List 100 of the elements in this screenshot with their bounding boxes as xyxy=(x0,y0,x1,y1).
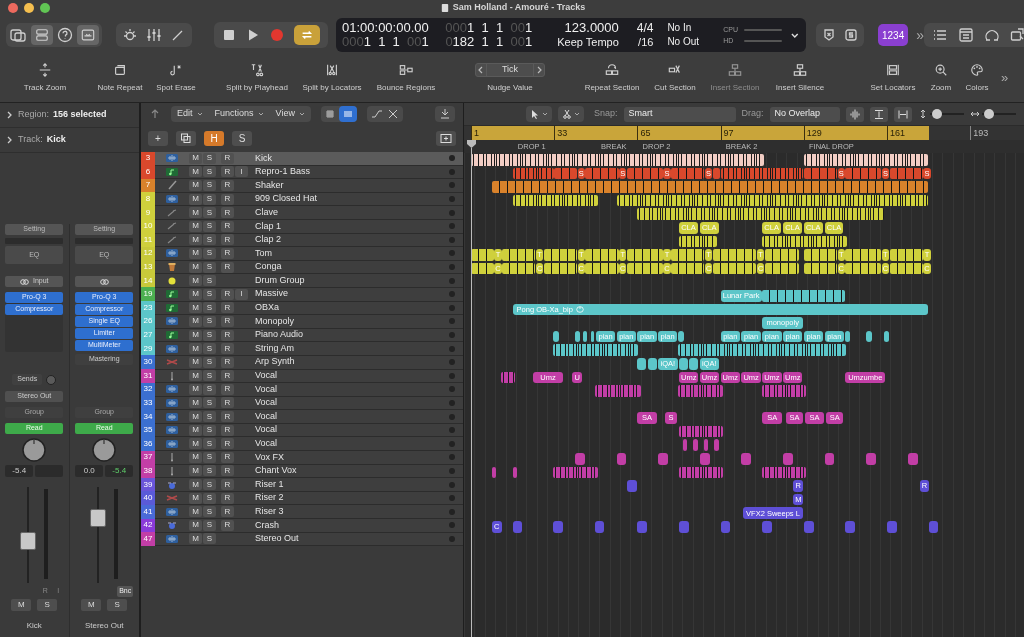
track-toggle-button[interactable]: M xyxy=(189,438,202,450)
region-strip[interactable] xyxy=(502,249,536,261)
region-strip[interactable] xyxy=(491,181,928,193)
toolbar-button[interactable]: Insert Silence xyxy=(775,62,825,94)
track-toggle-button[interactable]: R xyxy=(221,383,234,395)
track-header-button[interactable]: S xyxy=(232,131,252,146)
track-toggle-button[interactable]: S xyxy=(203,356,216,368)
track-toggle-button[interactable]: S xyxy=(203,152,216,164)
loop-browser-icon[interactable] xyxy=(984,27,1001,43)
track-toggle-button[interactable]: R xyxy=(221,397,234,409)
region[interactable] xyxy=(575,453,585,465)
track-toggle-button[interactable]: R xyxy=(221,492,234,504)
track-toggle-button[interactable]: R xyxy=(221,343,234,355)
track-toggle-button[interactable]: M xyxy=(189,302,202,314)
track-toggle-button[interactable]: S xyxy=(203,533,216,545)
track-header[interactable]: 32 M S R Vocal xyxy=(141,383,463,397)
track-header[interactable]: 39 M S R Riser 1 xyxy=(141,478,463,492)
shield-x-icon[interactable] xyxy=(822,28,836,42)
track-toggle-button[interactable]: S xyxy=(203,180,216,191)
region-strip[interactable] xyxy=(845,249,882,261)
track-toggle-button[interactable]: S xyxy=(203,234,216,246)
region[interactable] xyxy=(699,453,710,465)
chevron-right-icon[interactable] xyxy=(6,111,14,119)
track-toggle-button[interactable]: M xyxy=(189,506,202,518)
region-strip[interactable] xyxy=(671,262,705,275)
track-toggle-button[interactable]: M xyxy=(189,424,202,436)
region[interactable] xyxy=(616,453,627,465)
region-strip[interactable] xyxy=(585,249,619,261)
track-toggle-button[interactable]: M xyxy=(189,411,202,423)
track-header[interactable]: 36 M S R Vocal xyxy=(141,437,463,452)
track-toggle-button[interactable]: M xyxy=(189,152,202,164)
region-strip[interactable] xyxy=(552,344,639,356)
toolbar-button[interactable]: Track Zoom xyxy=(23,62,67,94)
pointer-tool-menu[interactable] xyxy=(526,106,552,122)
region-strip[interactable] xyxy=(543,249,577,261)
track-toggle-button[interactable]: R xyxy=(221,506,234,518)
track-toggle-button[interactable]: R xyxy=(221,370,234,382)
track-toggle-button[interactable]: S xyxy=(203,479,216,491)
region[interactable] xyxy=(682,439,688,452)
region-strip[interactable] xyxy=(764,262,800,275)
region[interactable] xyxy=(866,453,876,465)
track-toggle-button[interactable]: R xyxy=(221,411,234,423)
region-strip[interactable] xyxy=(627,249,663,261)
track-toggle-button[interactable]: M xyxy=(189,329,202,341)
track-toggle-button[interactable]: R xyxy=(221,356,234,368)
track-toggle-button[interactable]: R xyxy=(221,519,234,531)
region-strip[interactable] xyxy=(712,249,757,261)
waveform-zoom-icon[interactable] xyxy=(845,106,864,122)
track-toggle-button[interactable]: M xyxy=(189,180,202,191)
track-toggle-button[interactable]: R xyxy=(221,424,234,436)
track-toggle-button[interactable]: R xyxy=(221,438,234,450)
track-toggle-button[interactable]: M xyxy=(189,247,202,259)
region-strip[interactable] xyxy=(502,262,536,275)
region[interactable] xyxy=(590,330,595,343)
solo-button[interactable]: S xyxy=(37,599,58,611)
track-toggle-button[interactable]: R xyxy=(221,234,234,246)
catch-icon[interactable] xyxy=(435,106,455,122)
track-toggle-button[interactable]: S xyxy=(203,207,216,219)
track-toggle-button[interactable]: R xyxy=(221,315,234,327)
toolbar-button[interactable]: Note Repeat xyxy=(97,62,143,94)
chevron-right-icon[interactable] xyxy=(6,136,14,144)
fader-handle[interactable] xyxy=(20,532,37,551)
track-toggle-button[interactable]: M xyxy=(189,275,202,287)
mute-button[interactable]: M xyxy=(11,599,32,611)
track-header[interactable]: 26 M S R Monopoly xyxy=(141,315,463,329)
track-toggle-button[interactable]: M xyxy=(189,451,202,463)
track-toggle-button[interactable]: M xyxy=(189,193,202,205)
region[interactable] xyxy=(741,453,752,465)
horizontal-zoom-slider[interactable] xyxy=(981,109,1016,119)
track-header[interactable]: 12 M S R Tom xyxy=(141,247,463,261)
track-toggle-button[interactable]: S xyxy=(203,315,216,327)
region[interactable] xyxy=(714,439,719,452)
track-toggle-button[interactable]: M xyxy=(189,343,202,355)
region-strip[interactable] xyxy=(803,262,837,275)
more-button[interactable]: » xyxy=(916,24,925,46)
track-toggle-button[interactable]: M xyxy=(189,397,202,409)
region-strip[interactable] xyxy=(471,154,765,166)
toolbar-button[interactable]: Repeat Section xyxy=(584,62,640,94)
track-toggle-button[interactable]: M xyxy=(189,356,202,368)
cycle-icon[interactable] xyxy=(294,25,320,45)
region[interactable] xyxy=(866,330,873,343)
help-icon[interactable] xyxy=(57,27,73,43)
track-toggle-button[interactable]: S xyxy=(203,370,216,382)
vertical-zoom-slider[interactable] xyxy=(929,109,964,119)
track-header[interactable]: 9 M S R Clave xyxy=(141,206,463,220)
fit-vertical-icon[interactable] xyxy=(869,106,888,122)
timeline-ruler[interactable]: 1 33 65 97 129 161 193 xyxy=(464,126,1024,140)
mute-button[interactable]: M xyxy=(81,599,102,611)
track-toggle-button[interactable]: R xyxy=(221,302,234,314)
track-toggle-button[interactable]: S xyxy=(203,438,216,450)
fader-track[interactable] xyxy=(90,487,107,583)
automation-icon[interactable] xyxy=(370,108,383,120)
region-strip[interactable] xyxy=(671,249,705,261)
region[interactable] xyxy=(647,357,657,370)
drag-dropdown[interactable]: No Overlap xyxy=(769,106,840,122)
menu-button[interactable]: Edit xyxy=(171,106,209,122)
track-toggle-button[interactable]: R xyxy=(221,329,234,341)
track-toggle-button[interactable]: S xyxy=(203,343,216,355)
region-strip[interactable] xyxy=(803,154,928,166)
track-toggle-button[interactable]: R xyxy=(221,207,234,219)
